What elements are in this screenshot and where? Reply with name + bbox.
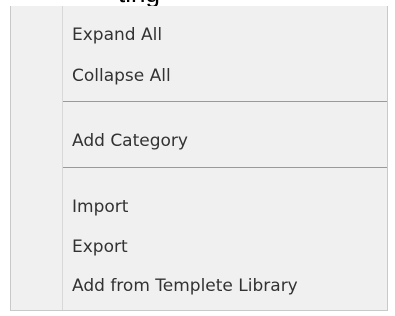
menu-item-import[interactable]: Import: [72, 190, 128, 224]
page: ting Expand All Collapse All Add Categor…: [0, 0, 395, 316]
context-menu: Expand All Collapse All Add Category Imp…: [10, 6, 388, 311]
menu-separator: [63, 101, 387, 102]
menu-item-collapse-all[interactable]: Collapse All: [72, 59, 171, 93]
menu-item-add-from-template-library[interactable]: Add from Templete Library: [72, 269, 298, 303]
menu-item-add-category[interactable]: Add Category: [72, 124, 188, 158]
icon-gutter-divider: [62, 6, 63, 310]
menu-item-expand-all[interactable]: Expand All: [72, 18, 162, 52]
menu-item-export[interactable]: Export: [72, 230, 128, 264]
menu-separator: [63, 167, 387, 168]
